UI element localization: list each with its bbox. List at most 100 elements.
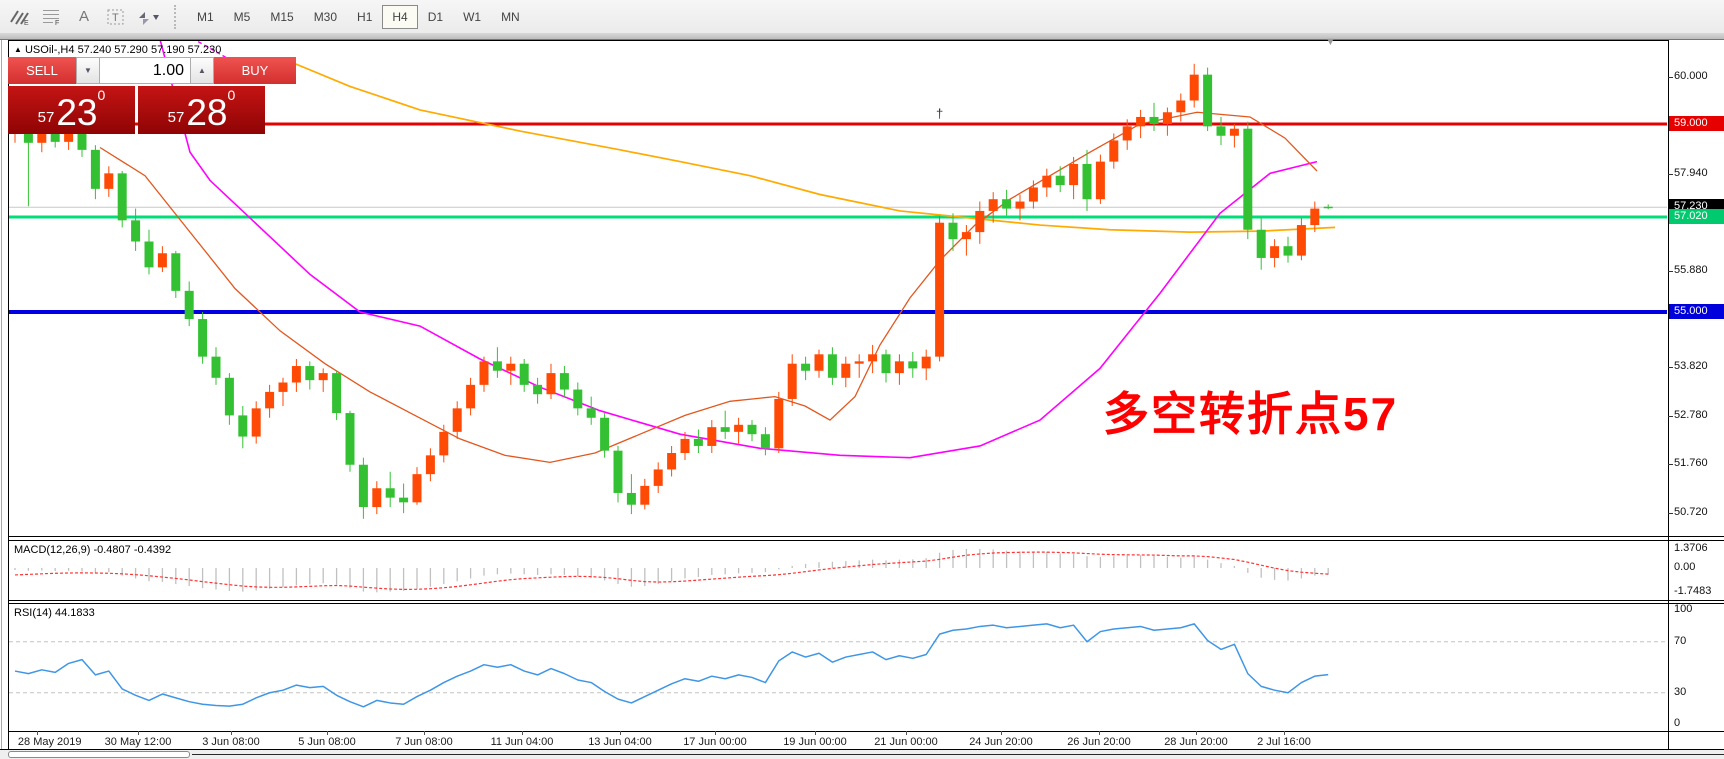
date-label: 13 Jun 04:00 (588, 736, 652, 748)
textbox-icon[interactable]: T (102, 4, 130, 30)
outer-left-line (1, 40, 2, 750)
candle-body (1257, 230, 1266, 258)
candle-body (868, 354, 877, 361)
candle-body (788, 364, 797, 399)
text-a-icon[interactable]: A (70, 4, 98, 30)
rsi-axis-label: 70 (1674, 635, 1686, 647)
date-axis-border (8, 731, 1724, 732)
price-tick (1668, 513, 1673, 514)
toolbar: E F A T M1M (0, 0, 1724, 33)
candle-body (480, 361, 489, 385)
candle-body (252, 408, 261, 436)
candle-body (908, 361, 917, 368)
price-badge-59.000: 59.000 (1669, 116, 1724, 131)
candle-body (654, 469, 663, 485)
date-tick (906, 731, 907, 735)
candle-body (305, 366, 314, 380)
symbol-ohlc-line: ▲ USOil-,H4 57.240 57.290 57.190 57.230 (14, 44, 221, 56)
macd-panel-chart[interactable] (9, 541, 1667, 600)
toolbar-lower-band (0, 33, 1724, 40)
candle-body (734, 425, 743, 432)
macd-label: MACD(12,26,9) -0.4807 -0.4392 (14, 544, 171, 556)
date-label: 7 Jun 08:00 (395, 736, 453, 748)
candle-body (1016, 202, 1025, 209)
volume-up-stepper[interactable]: ▲ (190, 57, 214, 84)
candle-body (855, 361, 864, 363)
rsi-axis-label: 100 (1674, 603, 1692, 615)
date-label: 3 Jun 08:00 (202, 736, 260, 748)
timeframe-button-m1[interactable]: M1 (187, 5, 224, 29)
price-tick-label: 57.940 (1674, 167, 1708, 179)
price-badge-55.000: 55.000 (1669, 304, 1724, 319)
buy-quote-big: 28 (186, 94, 227, 131)
candle-body (1176, 101, 1185, 113)
scrollbar-groove (192, 754, 1724, 755)
candle-body (547, 373, 556, 394)
candle-body (841, 364, 850, 378)
candle-body (453, 408, 462, 432)
timeframe-button-h1[interactable]: H1 (347, 5, 382, 29)
candle-body (372, 488, 381, 507)
timeframe-button-m30[interactable]: M30 (304, 5, 347, 29)
svg-text:T: T (112, 12, 119, 24)
date-tick (1284, 731, 1285, 735)
candle-body (1270, 246, 1279, 258)
price-tick (1668, 271, 1673, 272)
candle-body (1002, 199, 1011, 208)
rsi-separator-top (8, 600, 1724, 601)
candle-body (1230, 129, 1239, 136)
price-badge-57.020: 57.020 (1669, 209, 1724, 224)
buy-button[interactable]: BUY (214, 57, 296, 84)
price-tick-label: 55.880 (1674, 264, 1708, 276)
date-tick (1196, 731, 1197, 735)
volume-down-stepper[interactable]: ▼ (76, 57, 100, 84)
candle-body (1136, 117, 1145, 126)
timeframe-button-m5[interactable]: M5 (224, 5, 261, 29)
timeframe-button-mn[interactable]: MN (491, 5, 530, 29)
ohlc-readout: 57.240 57.290 57.190 57.230 (78, 44, 222, 56)
candle-body (560, 373, 569, 389)
candle-body (212, 357, 221, 378)
candle-body (426, 455, 435, 474)
date-tick (1001, 731, 1002, 735)
price-tick-label: 50.720 (1674, 506, 1708, 518)
scroll-to-end-arrow-icon[interactable]: ▼ (1325, 36, 1336, 48)
chart-hatch-icon[interactable]: E (6, 4, 34, 30)
sell-quote-big: 23 (56, 94, 97, 131)
timeframe-button-h4[interactable]: H4 (382, 5, 417, 29)
icon-badge-f: F (55, 20, 59, 26)
collapse-arrow-icon[interactable]: ▲ (14, 45, 22, 54)
candle-body (413, 474, 422, 502)
timeframe-button-w1[interactable]: W1 (453, 5, 491, 29)
candle-body (707, 427, 716, 446)
date-tick (231, 731, 232, 735)
grid-icon[interactable]: F (38, 4, 66, 30)
volume-input[interactable] (100, 57, 190, 84)
candle-body (319, 373, 328, 380)
candle-body (1190, 75, 1199, 101)
timeframe-button-d1[interactable]: D1 (418, 5, 453, 29)
candle-body (1310, 209, 1319, 225)
sell-quote[interactable]: 57 23 0 (8, 86, 135, 134)
candle-body (721, 427, 730, 432)
candle-body (1109, 140, 1118, 161)
date-tick (327, 731, 328, 735)
candle-body (466, 385, 475, 409)
rsi-label: RSI(14) 44.1833 (14, 607, 95, 619)
candle-body (1042, 176, 1051, 188)
buy-quote[interactable]: 57 28 0 (138, 86, 265, 134)
date-label: 21 Jun 00:00 (874, 736, 938, 748)
scrollbar-thumb[interactable] (8, 751, 190, 758)
sell-button[interactable]: SELL (8, 57, 76, 84)
rsi-panel-chart[interactable] (9, 604, 1667, 731)
candle-body (748, 425, 757, 434)
candle-body (587, 408, 596, 417)
candle-body (1217, 126, 1226, 135)
timeframe-button-m15[interactable]: M15 (260, 5, 303, 29)
candle-body (1123, 126, 1132, 140)
arrows-tool-icon[interactable] (134, 4, 162, 30)
price-tick-label: 53.820 (1674, 360, 1708, 372)
date-tick (1099, 731, 1100, 735)
candle-body (399, 498, 408, 503)
candle-body (533, 385, 542, 394)
